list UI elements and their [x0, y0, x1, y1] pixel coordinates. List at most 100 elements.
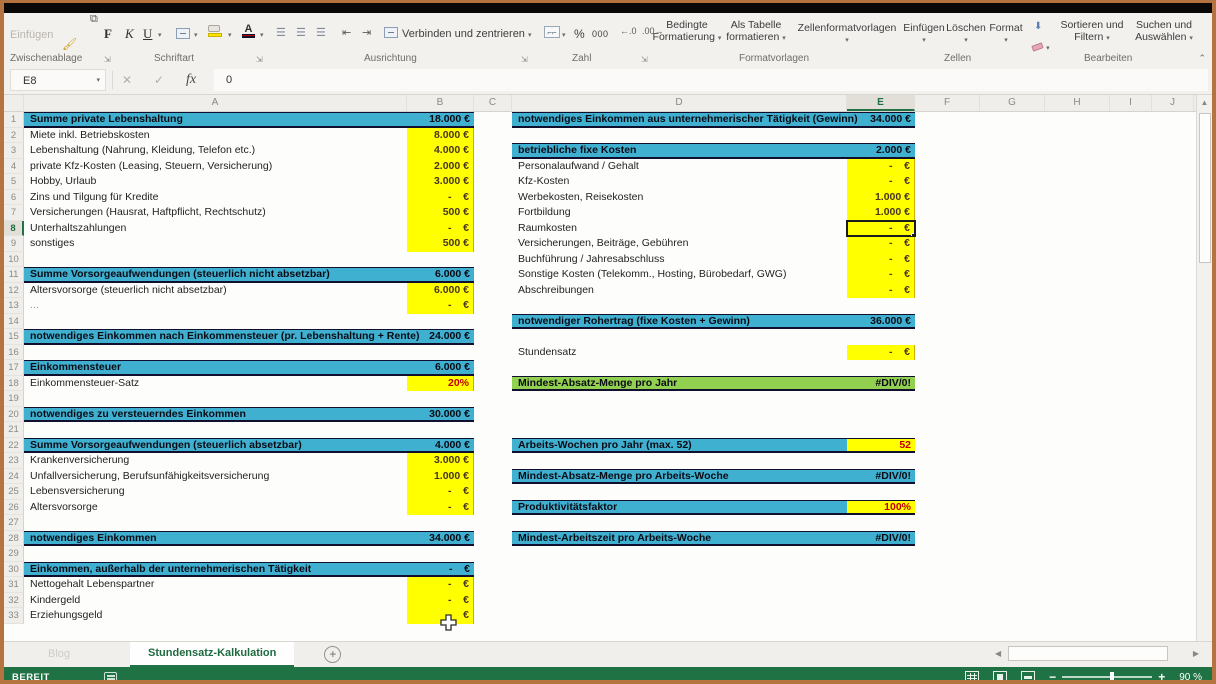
cell[interactable]	[915, 593, 1212, 609]
left-summary-bar-row1[interactable]: Summe private Lebenshaltung 18.000 €	[24, 112, 474, 128]
row-header-12[interactable]: 12	[4, 282, 24, 298]
cell[interactable]	[474, 391, 512, 407]
row-header-8[interactable]: 8	[4, 220, 24, 236]
column-header-H[interactable]: H	[1045, 95, 1110, 111]
vertical-scrollbar[interactable]: ▲	[1196, 95, 1212, 641]
cell[interactable]	[915, 174, 1212, 190]
cell[interactable]: Personalaufwand / Gehalt	[512, 159, 847, 175]
horizontal-scrollbar[interactable]: ◀ ▶	[992, 645, 1202, 662]
row-header-22[interactable]: 22	[4, 437, 24, 453]
zoom-slider[interactable]	[1062, 672, 1153, 680]
cell[interactable]: Raumkosten	[512, 221, 847, 237]
cell[interactable]	[512, 515, 915, 531]
formula-input[interactable]: 0	[214, 69, 1208, 91]
page-layout-view-icon[interactable]	[993, 671, 1008, 680]
cell[interactable]	[474, 345, 512, 361]
right-summary-bar-row26[interactable]: Produktivitätsfaktor 100%	[512, 499, 915, 515]
cell[interactable]: - €	[407, 484, 474, 500]
cell[interactable]	[915, 562, 1212, 578]
zoom-slider-thumb[interactable]	[1110, 672, 1115, 680]
cell[interactable]: 52	[847, 438, 915, 451]
page-break-view-icon[interactable]	[1021, 671, 1036, 680]
vertical-scroll-thumb[interactable]	[1198, 113, 1211, 263]
cell[interactable]	[915, 143, 1212, 159]
cell[interactable]: 1.000 €	[847, 205, 915, 221]
italic-button[interactable]: K	[125, 26, 134, 42]
align-right-icon[interactable]: ☰	[316, 26, 326, 39]
cell[interactable]	[915, 484, 1212, 500]
cell[interactable]: sonstiges	[24, 236, 407, 252]
cell[interactable]	[474, 298, 512, 314]
row-header-4[interactable]: 4	[4, 158, 24, 174]
row-header-23[interactable]: 23	[4, 453, 24, 469]
row-header-3[interactable]: 3	[4, 143, 24, 159]
underline-button[interactable]: U	[143, 26, 152, 42]
row-header-19[interactable]: 19	[4, 391, 24, 407]
font-dialog-launcher[interactable]: ⇲	[256, 55, 263, 64]
horizontal-scroll-thumb[interactable]	[1008, 646, 1168, 661]
row-header-7[interactable]: 7	[4, 205, 24, 221]
cell[interactable]	[474, 593, 512, 609]
font-color-dropdown[interactable]: ▾	[260, 31, 264, 39]
macro-record-icon[interactable]	[103, 671, 117, 680]
normal-view-icon[interactable]	[965, 671, 980, 680]
cell[interactable]: Lebenshaltung (Nahrung, Kleidung, Telefo…	[24, 143, 407, 159]
cell[interactable]	[915, 314, 1212, 330]
cell[interactable]: - €	[847, 267, 915, 283]
cell[interactable]: Hobby, Urlaub	[24, 174, 407, 190]
cell[interactable]: Erziehungsgeld	[24, 608, 407, 624]
left-summary-bar-row15[interactable]: notwendiges Einkommen nach Einkommensteu…	[24, 329, 474, 345]
column-header-B[interactable]: B	[407, 95, 474, 111]
cell[interactable]	[512, 453, 915, 469]
font-color-icon[interactable]: A	[242, 24, 255, 38]
row-header-16[interactable]: 16	[4, 344, 24, 360]
cell[interactable]: - €	[847, 344, 915, 360]
cell[interactable]: Unfallversicherung, Berufsunfähigkeitsve…	[24, 469, 407, 485]
cell[interactable]	[474, 484, 512, 500]
cell[interactable]: Versicherungen (Hausrat, Haftpflicht, Re…	[24, 205, 407, 221]
row-header-11[interactable]: 11	[4, 267, 24, 283]
column-header-J[interactable]: J	[1152, 95, 1194, 111]
left-summary-bar-row30[interactable]: Einkommen, außerhalb der unternehmerisch…	[24, 561, 474, 577]
cell[interactable]	[512, 407, 915, 423]
cell[interactable]: Altersvorsorge	[24, 500, 407, 516]
cell[interactable]	[915, 577, 1212, 593]
cell[interactable]	[915, 407, 1212, 423]
cell[interactable]	[474, 112, 512, 128]
cell[interactable]	[512, 577, 915, 593]
insert-function-icon[interactable]: fx	[186, 69, 196, 91]
cell[interactable]	[474, 453, 512, 469]
row-header-28[interactable]: 28	[4, 530, 24, 546]
cell[interactable]	[474, 376, 512, 392]
cell[interactable]: - €	[407, 189, 474, 205]
right-summary-bar-row14[interactable]: notwendiger Rohertrag (fixe Kosten + Gew…	[512, 313, 915, 329]
collapse-ribbon-icon[interactable]: ⌃	[1198, 53, 1206, 64]
cell[interactable]: ...	[24, 298, 407, 314]
cell[interactable]	[474, 190, 512, 206]
cell[interactable]: - €	[847, 158, 915, 174]
cell[interactable]	[915, 376, 1212, 392]
cell[interactable]	[512, 608, 915, 624]
cell[interactable]	[474, 143, 512, 159]
zoom-out-icon[interactable]: −	[1049, 670, 1056, 680]
comma-style-button[interactable]: 000	[592, 29, 609, 39]
cell[interactable]: 100%	[847, 500, 915, 513]
decrease-indent-icon[interactable]: ⇤	[342, 26, 351, 39]
cell[interactable]	[474, 515, 512, 531]
row-header-31[interactable]: 31	[4, 577, 24, 593]
cell[interactable]: - €	[407, 298, 474, 314]
cell[interactable]	[474, 608, 512, 624]
cell[interactable]	[474, 577, 512, 593]
cell[interactable]	[474, 267, 512, 283]
cell[interactable]	[24, 546, 474, 562]
cell[interactable]: - €	[847, 236, 915, 252]
left-summary-bar-row11[interactable]: Summe Vorsorgeaufwendungen (steuerlich n…	[24, 267, 474, 283]
row-header-33[interactable]: 33	[4, 608, 24, 624]
active-cell-E8[interactable]: - €	[846, 219, 916, 237]
cell[interactable]: Kindergeld	[24, 593, 407, 609]
row-header-15[interactable]: 15	[4, 329, 24, 345]
sheet-tab-stundensatz-kalkulation[interactable]: Stundensatz-Kalkulation	[130, 642, 295, 667]
select-all-corner[interactable]	[4, 95, 24, 111]
find-select-button[interactable]: Suchen und Auswählen ▾	[1128, 19, 1200, 45]
merge-center-icon[interactable]	[384, 26, 398, 40]
